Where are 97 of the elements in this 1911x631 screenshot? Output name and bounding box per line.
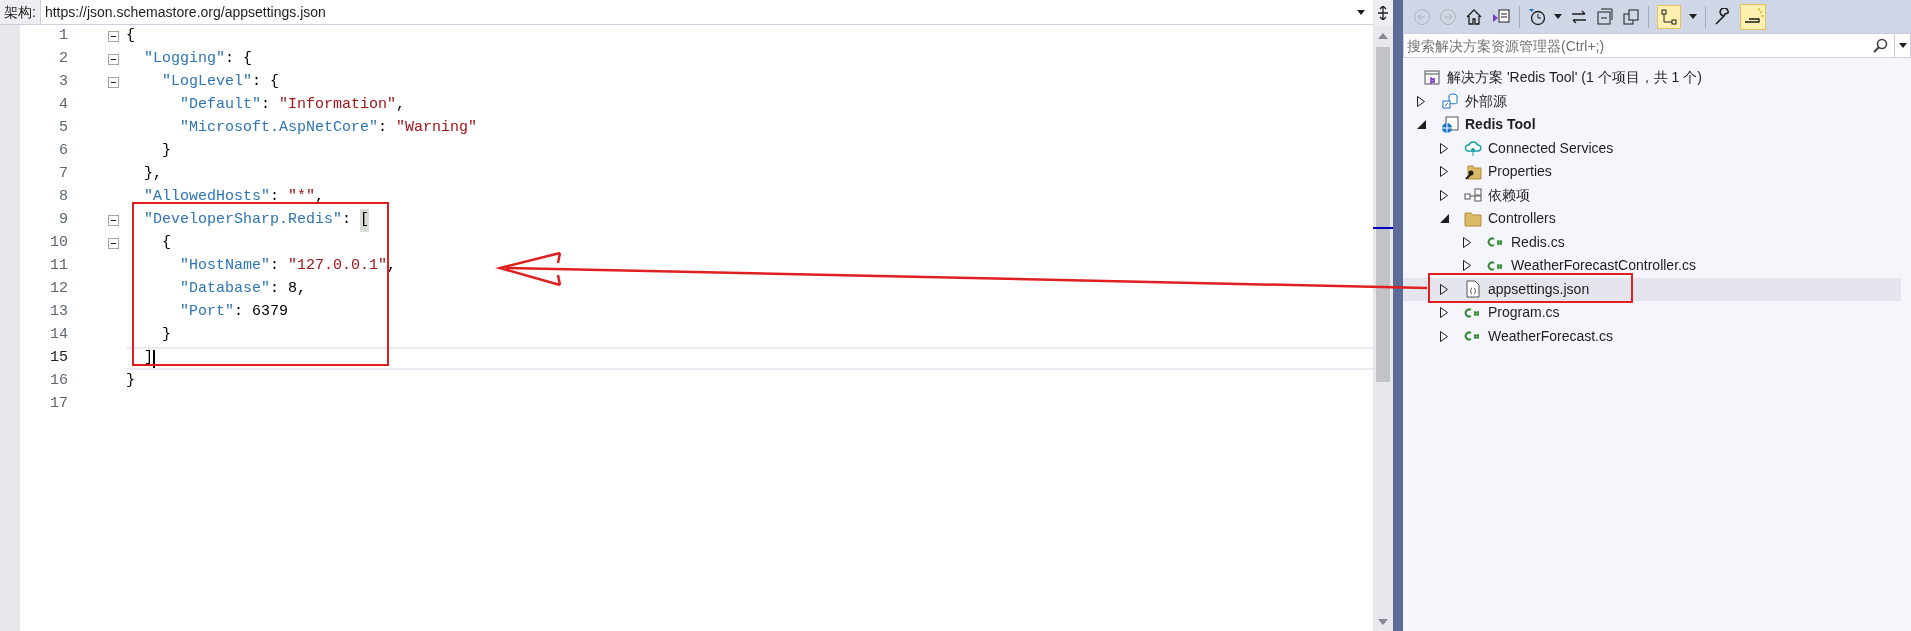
- matched-bracket: [: [360, 209, 370, 232]
- tree-item[interactable]: WeatherForecast.cs: [1403, 324, 1901, 348]
- code-text: :: [261, 95, 272, 116]
- copy-icon[interactable]: [1622, 7, 1640, 26]
- json-key: "Default": [126, 94, 262, 117]
- code-text: :: [270, 256, 281, 277]
- tree-item[interactable]: Properties: [1403, 160, 1901, 184]
- tree-item[interactable]: 外部源: [1403, 89, 1901, 113]
- tree-view-icon[interactable]: [1657, 4, 1681, 29]
- json-string: "Warning": [396, 118, 478, 139]
- json-key: "Logging": [126, 48, 226, 71]
- tree-item[interactable]: Program.cs: [1403, 301, 1901, 325]
- collapse-icon[interactable]: [107, 31, 119, 42]
- line-number: 1: [58, 26, 68, 47]
- line-number: 10: [49, 233, 68, 254]
- collapse-icon[interactable]: [107, 77, 119, 88]
- caret-icon[interactable]: [1689, 14, 1697, 19]
- search-icon: [1872, 37, 1888, 54]
- code-text: : 8,: [270, 279, 307, 300]
- clock-icon[interactable]: [1528, 7, 1546, 26]
- line-number: 14: [49, 325, 68, 346]
- solution-views-icon[interactable]: [1491, 7, 1511, 26]
- text-cursor: [153, 349, 155, 368]
- json-string: "127.0.0.1": [288, 256, 388, 277]
- tree-item[interactable]: 依赖项: [1403, 183, 1901, 207]
- collapse-all-icon[interactable]: [1596, 7, 1614, 26]
- code-text: : 6379: [234, 302, 289, 323]
- line-number: 6: [58, 141, 68, 162]
- tree-item[interactable]: 解决方案 'Redis Tool' (1 个项目，共 1 个): [1403, 66, 1901, 90]
- line-number: 5: [58, 118, 68, 139]
- scroll-thumb[interactable]: [1376, 47, 1390, 382]
- preview-icon[interactable]: [1740, 3, 1766, 30]
- code-text: ,: [396, 95, 406, 116]
- code-text: },: [143, 164, 162, 185]
- tree-item[interactable]: Connected Services: [1403, 136, 1901, 160]
- json-key: "AllowedHosts": [126, 186, 271, 209]
- json-string: "*": [288, 187, 316, 208]
- code-text: :: [378, 118, 389, 139]
- line-number: 7: [58, 164, 68, 185]
- collapse-icon[interactable]: [107, 215, 119, 226]
- cloud-icon: [1464, 139, 1482, 158]
- line-number: 16: [49, 371, 68, 392]
- caret-icon[interactable]: [1554, 14, 1562, 19]
- line-number: 13: [49, 302, 68, 323]
- json-key: "DeveloperSharp.Redis": [126, 209, 343, 232]
- code-text: ,: [387, 256, 397, 277]
- line-number: 17: [49, 394, 68, 415]
- folder-icon: [1464, 209, 1482, 228]
- line-number: 12: [49, 279, 68, 300]
- json-key: "Port": [126, 301, 235, 324]
- scroll-up-icon[interactable]: [1378, 33, 1388, 39]
- collapse-icon[interactable]: [107, 54, 119, 65]
- json-key: "LogLevel": [126, 71, 253, 94]
- globe-project-icon: [1441, 115, 1459, 134]
- caret-icon[interactable]: [1899, 43, 1907, 48]
- tree-item[interactable]: Redis Tool: [1403, 113, 1901, 137]
- code-text: :: [270, 187, 281, 208]
- wrench-folder-icon: [1464, 162, 1482, 181]
- line-number: 4: [58, 95, 68, 116]
- collapse-icon[interactable]: [107, 238, 119, 249]
- tree-item[interactable]: WeatherForecastController.cs: [1403, 254, 1901, 278]
- dependency-icon: [1464, 186, 1482, 205]
- json-string: "Information": [279, 95, 397, 116]
- code-text: : {: [225, 49, 253, 70]
- home-icon[interactable]: [1465, 7, 1483, 26]
- json-key: "Database": [126, 278, 271, 301]
- code-text: }: [161, 141, 171, 162]
- sync-icon[interactable]: [1570, 9, 1588, 24]
- json-key: "Microsoft.AspNetCore": [126, 117, 379, 140]
- line-number: 9: [58, 210, 68, 231]
- database-icon: [1441, 92, 1459, 111]
- caret-icon: [1357, 9, 1365, 15]
- code-text: }: [126, 371, 135, 392]
- json-key: "HostName": [126, 255, 271, 278]
- tree-item[interactable]: Redis.cs: [1403, 230, 1901, 254]
- search-field[interactable]: 搜索解决方案资源管理器(Ctrl+;): [1403, 33, 1911, 58]
- code-text: {: [126, 26, 135, 47]
- code-text: {: [161, 233, 171, 254]
- code-text: ]: [143, 348, 153, 369]
- code-text: :: [342, 210, 353, 231]
- line-number: 3: [58, 72, 68, 93]
- line-number: 8: [58, 187, 68, 208]
- schema-label: 架构:: [3, 2, 37, 22]
- code-text: }: [161, 325, 171, 346]
- wrench-icon[interactable]: [1714, 7, 1732, 26]
- line-number: 15: [49, 348, 68, 369]
- split-icon[interactable]: [1377, 5, 1389, 20]
- json-file-icon: [1464, 280, 1482, 299]
- line-number: 2: [58, 49, 68, 70]
- tree-item[interactable]: appsettings.json: [1403, 277, 1901, 301]
- code-text: : {: [252, 72, 280, 93]
- schema-dropdown[interactable]: https://json.schemastore.org/appsettings.json: [39, 0, 1373, 24]
- change-marker: [1373, 227, 1393, 229]
- scroll-down-icon[interactable]: [1378, 619, 1388, 625]
- line-number: 11: [49, 256, 68, 277]
- tree-item[interactable]: Controllers: [1403, 207, 1901, 231]
- solution-icon: [1423, 68, 1441, 87]
